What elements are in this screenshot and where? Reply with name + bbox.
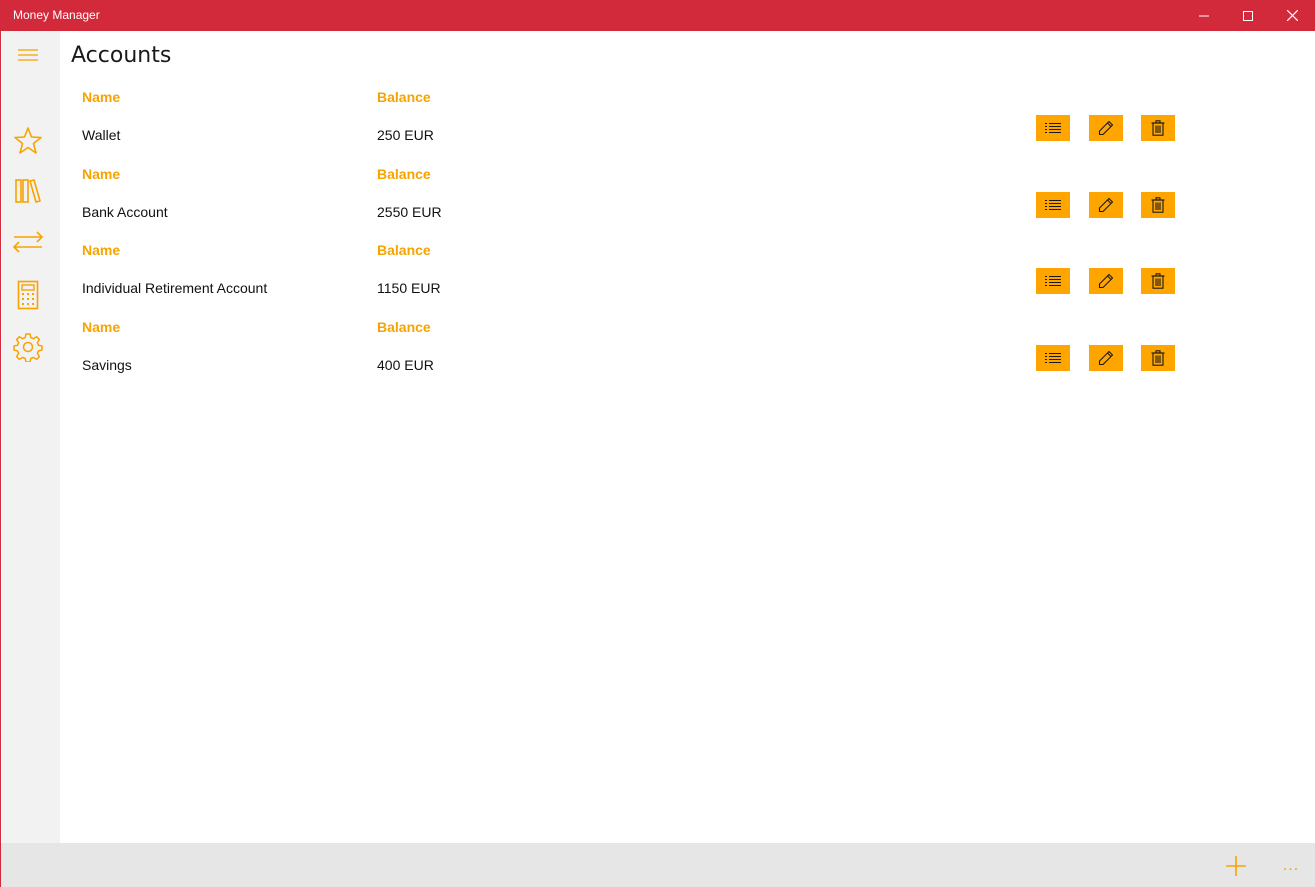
hamburger-menu-button[interactable] <box>2 31 54 79</box>
pencil-icon <box>1098 197 1114 213</box>
account-balance: 1150 EUR <box>377 280 441 296</box>
balance-column-header: Balance <box>377 166 431 182</box>
main-content: Accounts Name Balance Wallet 250 EUR Nam… <box>60 31 1315 843</box>
transfer-arrows-icon <box>13 231 43 253</box>
nav-sidebar <box>2 31 60 843</box>
close-button[interactable] <box>1270 0 1314 31</box>
delete-account-button[interactable] <box>1141 115 1175 141</box>
window-title: Money Manager <box>13 8 100 22</box>
account-name: Individual Retirement Account <box>82 280 268 296</box>
close-icon <box>1286 10 1298 21</box>
minimize-button[interactable] <box>1182 0 1226 31</box>
list-icon <box>1045 123 1061 133</box>
app-window: Money Manager Accounts Name Balance Wall… <box>0 0 1315 887</box>
bottom-app-bar: ... <box>1 843 1315 887</box>
books-icon <box>15 179 41 203</box>
delete-account-button[interactable] <box>1141 345 1175 371</box>
pencil-icon <box>1098 120 1114 136</box>
gear-icon <box>13 333 43 362</box>
account-row: Name Balance Savings 400 EUR <box>60 319 1315 395</box>
account-row: Name Balance Wallet 250 EUR <box>60 89 1315 165</box>
view-transactions-button[interactable] <box>1036 345 1070 371</box>
title-bar[interactable]: Money Manager <box>1 0 1315 31</box>
list-icon <box>1045 200 1061 210</box>
delete-account-button[interactable] <box>1141 192 1175 218</box>
add-account-button[interactable] <box>1214 849 1258 883</box>
delete-account-button[interactable] <box>1141 268 1175 294</box>
pencil-icon <box>1098 350 1114 366</box>
account-name: Bank Account <box>82 204 168 220</box>
more-options-button[interactable]: ... <box>1271 849 1311 883</box>
name-column-header: Name <box>82 242 121 258</box>
edit-account-button[interactable] <box>1089 115 1123 141</box>
nav-item-calculator[interactable] <box>2 271 54 319</box>
account-balance: 250 EUR <box>377 127 434 143</box>
edit-account-button[interactable] <box>1089 345 1123 371</box>
more-options-icon: ... <box>1282 857 1300 874</box>
account-name: Wallet <box>82 127 121 143</box>
balance-column-header: Balance <box>377 242 431 258</box>
account-balance: 400 EUR <box>377 357 434 373</box>
trash-icon <box>1151 350 1165 366</box>
account-row: Name Balance Individual Retirement Accou… <box>60 242 1315 318</box>
view-transactions-button[interactable] <box>1036 268 1070 294</box>
balance-column-header: Balance <box>377 319 431 335</box>
name-column-header: Name <box>82 166 121 182</box>
trash-icon <box>1151 120 1165 136</box>
view-transactions-button[interactable] <box>1036 192 1070 218</box>
star-icon <box>14 127 42 154</box>
list-icon <box>1045 276 1061 286</box>
view-transactions-button[interactable] <box>1036 115 1070 141</box>
plus-icon <box>1226 856 1246 876</box>
pencil-icon <box>1098 273 1114 289</box>
page-title: Accounts <box>71 43 172 68</box>
hamburger-icon <box>18 49 38 61</box>
balance-column-header: Balance <box>377 89 431 105</box>
trash-icon <box>1151 197 1165 213</box>
maximize-button[interactable] <box>1226 0 1270 31</box>
maximize-icon <box>1243 10 1253 21</box>
nav-item-accounts[interactable] <box>2 167 54 215</box>
account-balance: 2550 EUR <box>377 204 442 220</box>
nav-item-transfers[interactable] <box>2 218 54 266</box>
edit-account-button[interactable] <box>1089 192 1123 218</box>
edit-account-button[interactable] <box>1089 268 1123 294</box>
account-row: Name Balance Bank Account 2550 EUR <box>60 166 1315 242</box>
nav-item-settings[interactable] <box>2 323 54 371</box>
minimize-icon <box>1199 15 1209 16</box>
list-icon <box>1045 353 1061 363</box>
nav-item-favorites[interactable] <box>2 117 54 165</box>
calculator-icon <box>17 280 39 310</box>
account-name: Savings <box>82 357 132 373</box>
trash-icon <box>1151 273 1165 289</box>
name-column-header: Name <box>82 319 121 335</box>
name-column-header: Name <box>82 89 121 105</box>
